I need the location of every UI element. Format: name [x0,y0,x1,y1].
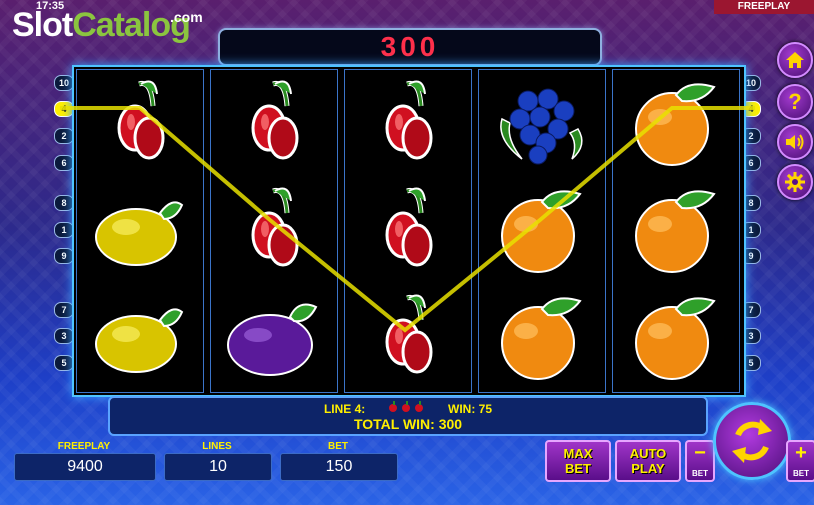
lines-value[interactable]: 10 [164,453,272,481]
cherry-symbol [211,70,337,177]
settings-button[interactable] [777,164,813,200]
line-number-marker: 3 [54,328,74,344]
auto-play-button[interactable]: AUTO PLAY [615,440,681,482]
mini-cherry-icons [387,401,427,416]
line-number-marker: 5 [54,355,74,371]
line-number-marker: 8 [54,195,74,211]
auto-play-line2: PLAY [631,461,665,476]
auto-play-line1: AUTO [629,446,667,461]
reel [76,69,204,393]
plum-symbol [211,284,337,391]
reels-area [72,65,746,397]
bet-decrease-button[interactable]: − BET [685,440,715,482]
line-win-row: LINE 4: WIN: 75 [110,401,706,416]
cherry-symbol [211,177,337,284]
settings-icon [785,172,805,192]
help-icon: ? [788,89,802,114]
freeplay-label: FREEPLAY [57,441,111,452]
bet-value: 150 [280,453,398,481]
line-number-marker: 7 [54,302,74,318]
home-button[interactable] [777,42,813,78]
lines-label: LINES [202,441,232,452]
win-display: 300 [218,28,602,66]
total-win: TOTAL WIN: 300 [353,416,463,432]
reel [210,69,338,393]
orange-symbol [479,177,605,284]
reel [344,69,472,393]
orange-symbol [613,284,739,391]
cherry-symbol [345,70,471,177]
line-number-marker: 4 [54,101,74,117]
bet-increase-label: BET [793,469,809,478]
reel [478,69,606,393]
cherry-symbol [345,284,471,391]
grapes-symbol [479,70,605,177]
lemon-symbol [77,177,203,284]
line-number-marker: 1 [54,222,74,238]
spin-button[interactable] [713,402,791,480]
orange-symbol [479,284,605,391]
bet-decrease-label: BET [692,469,708,478]
line-number-marker: 10 [54,75,74,91]
plus-icon: + [795,442,807,464]
max-bet-line2: BET [565,461,591,476]
orange-symbol [613,70,739,177]
sound-icon [786,134,804,150]
watermark-logo: SlotCatalog .com [12,6,203,44]
mode-tag: FREEPLAY [714,0,814,14]
minus-icon: − [694,442,706,464]
cherry-symbol [77,70,203,177]
bet-increase-button[interactable]: + BET [786,440,814,482]
max-bet-button[interactable]: MAX BET [545,440,611,482]
freeplay-value: 9400 [14,453,156,481]
sound-button[interactable] [777,124,813,160]
home-icon [786,52,804,68]
line-number-marker: 2 [54,128,74,144]
cherry-symbol [345,177,471,284]
watermark-part1: Slot [12,6,73,44]
line-number-marker: 6 [54,155,74,171]
bet-label: BET [328,441,348,452]
reel [612,69,740,393]
line-label: LINE 4: [323,402,366,416]
max-bet-line1: MAX [563,446,593,461]
line-number-marker: 9 [54,248,74,264]
help-button[interactable]: ? [777,84,813,120]
win-label: WIN: 75 [448,402,493,416]
spin-icon [732,419,772,463]
watermark-part3: .com [170,9,203,25]
orange-symbol [613,177,739,284]
lemon-symbol [77,284,203,391]
win-info-bar: LINE 4: WIN: 75 TOTAL WIN: 300 [108,396,708,436]
